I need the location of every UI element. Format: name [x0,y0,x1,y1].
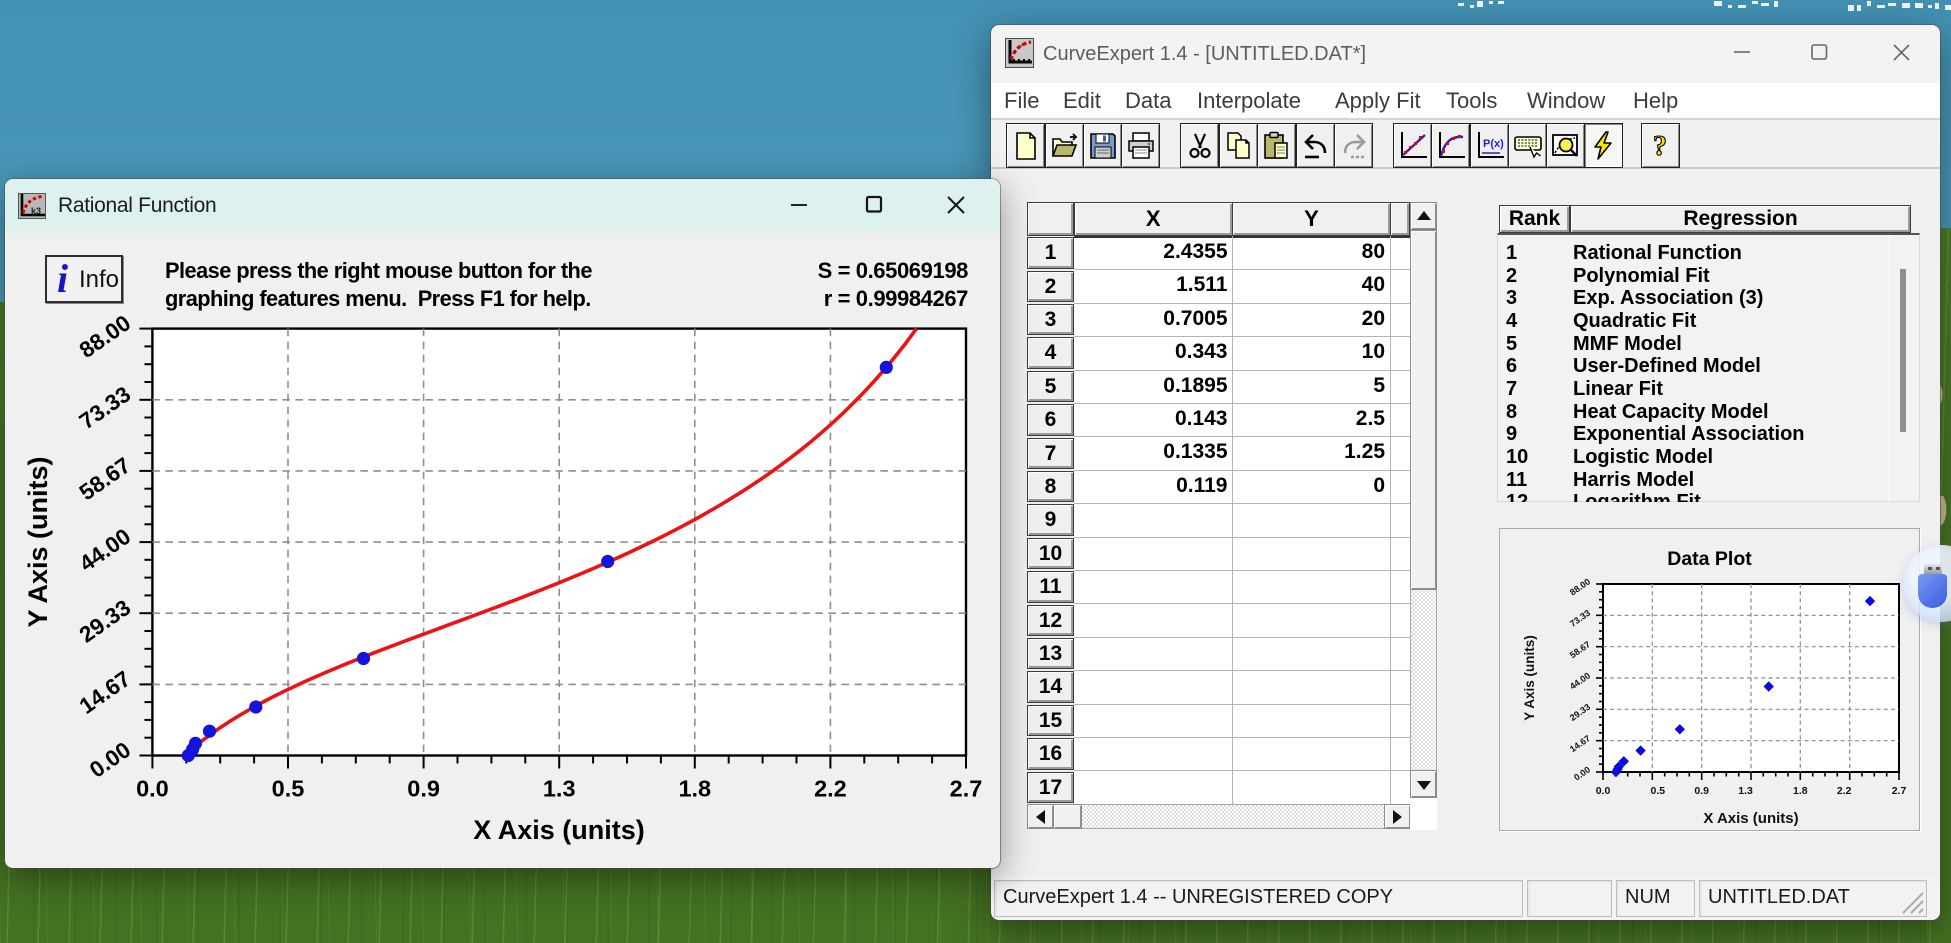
svg-text:2.2: 2.2 [814,776,847,802]
svg-text:29.33: 29.33 [1568,702,1592,723]
svg-text:73.33: 73.33 [75,381,135,434]
svg-text:1.8: 1.8 [1793,785,1808,797]
svg-text:Y Axis (units): Y Axis (units) [1522,635,1537,721]
svg-text:73.33: 73.33 [1568,608,1592,629]
svg-text:44.00: 44.00 [1568,670,1592,691]
svg-text:88.00: 88.00 [1568,576,1592,597]
svg-text:0.5: 0.5 [1650,785,1665,797]
svg-text:44.00: 44.00 [75,524,135,577]
svg-text:58.67: 58.67 [1568,639,1592,660]
svg-text:2.7: 2.7 [950,776,983,802]
svg-text:2.2: 2.2 [1837,785,1852,797]
svg-text:0.9: 0.9 [407,776,440,802]
svg-text:1.3: 1.3 [1738,785,1753,797]
svg-text:88.00: 88.00 [75,310,135,363]
svg-text:0.0: 0.0 [136,776,169,802]
svg-text:14.67: 14.67 [75,666,135,719]
svg-text:Y Axis (units): Y Axis (units) [23,456,53,627]
svg-text:0.00: 0.00 [85,737,135,783]
svg-text:1.8: 1.8 [678,776,711,802]
svg-text:1.3: 1.3 [543,776,576,802]
svg-text:2.7: 2.7 [1892,785,1907,797]
svg-text:29.33: 29.33 [75,595,135,648]
svg-text:0.5: 0.5 [272,776,305,802]
svg-text:58.67: 58.67 [75,453,135,506]
svg-text:X Axis (units): X Axis (units) [1703,810,1798,827]
svg-text:0.0: 0.0 [1596,785,1611,797]
svg-text:0.9: 0.9 [1694,785,1709,797]
svg-text:X Axis (units): X Axis (units) [473,815,645,845]
svg-text:0.00: 0.00 [1572,764,1592,782]
svg-text:14.67: 14.67 [1568,733,1592,754]
